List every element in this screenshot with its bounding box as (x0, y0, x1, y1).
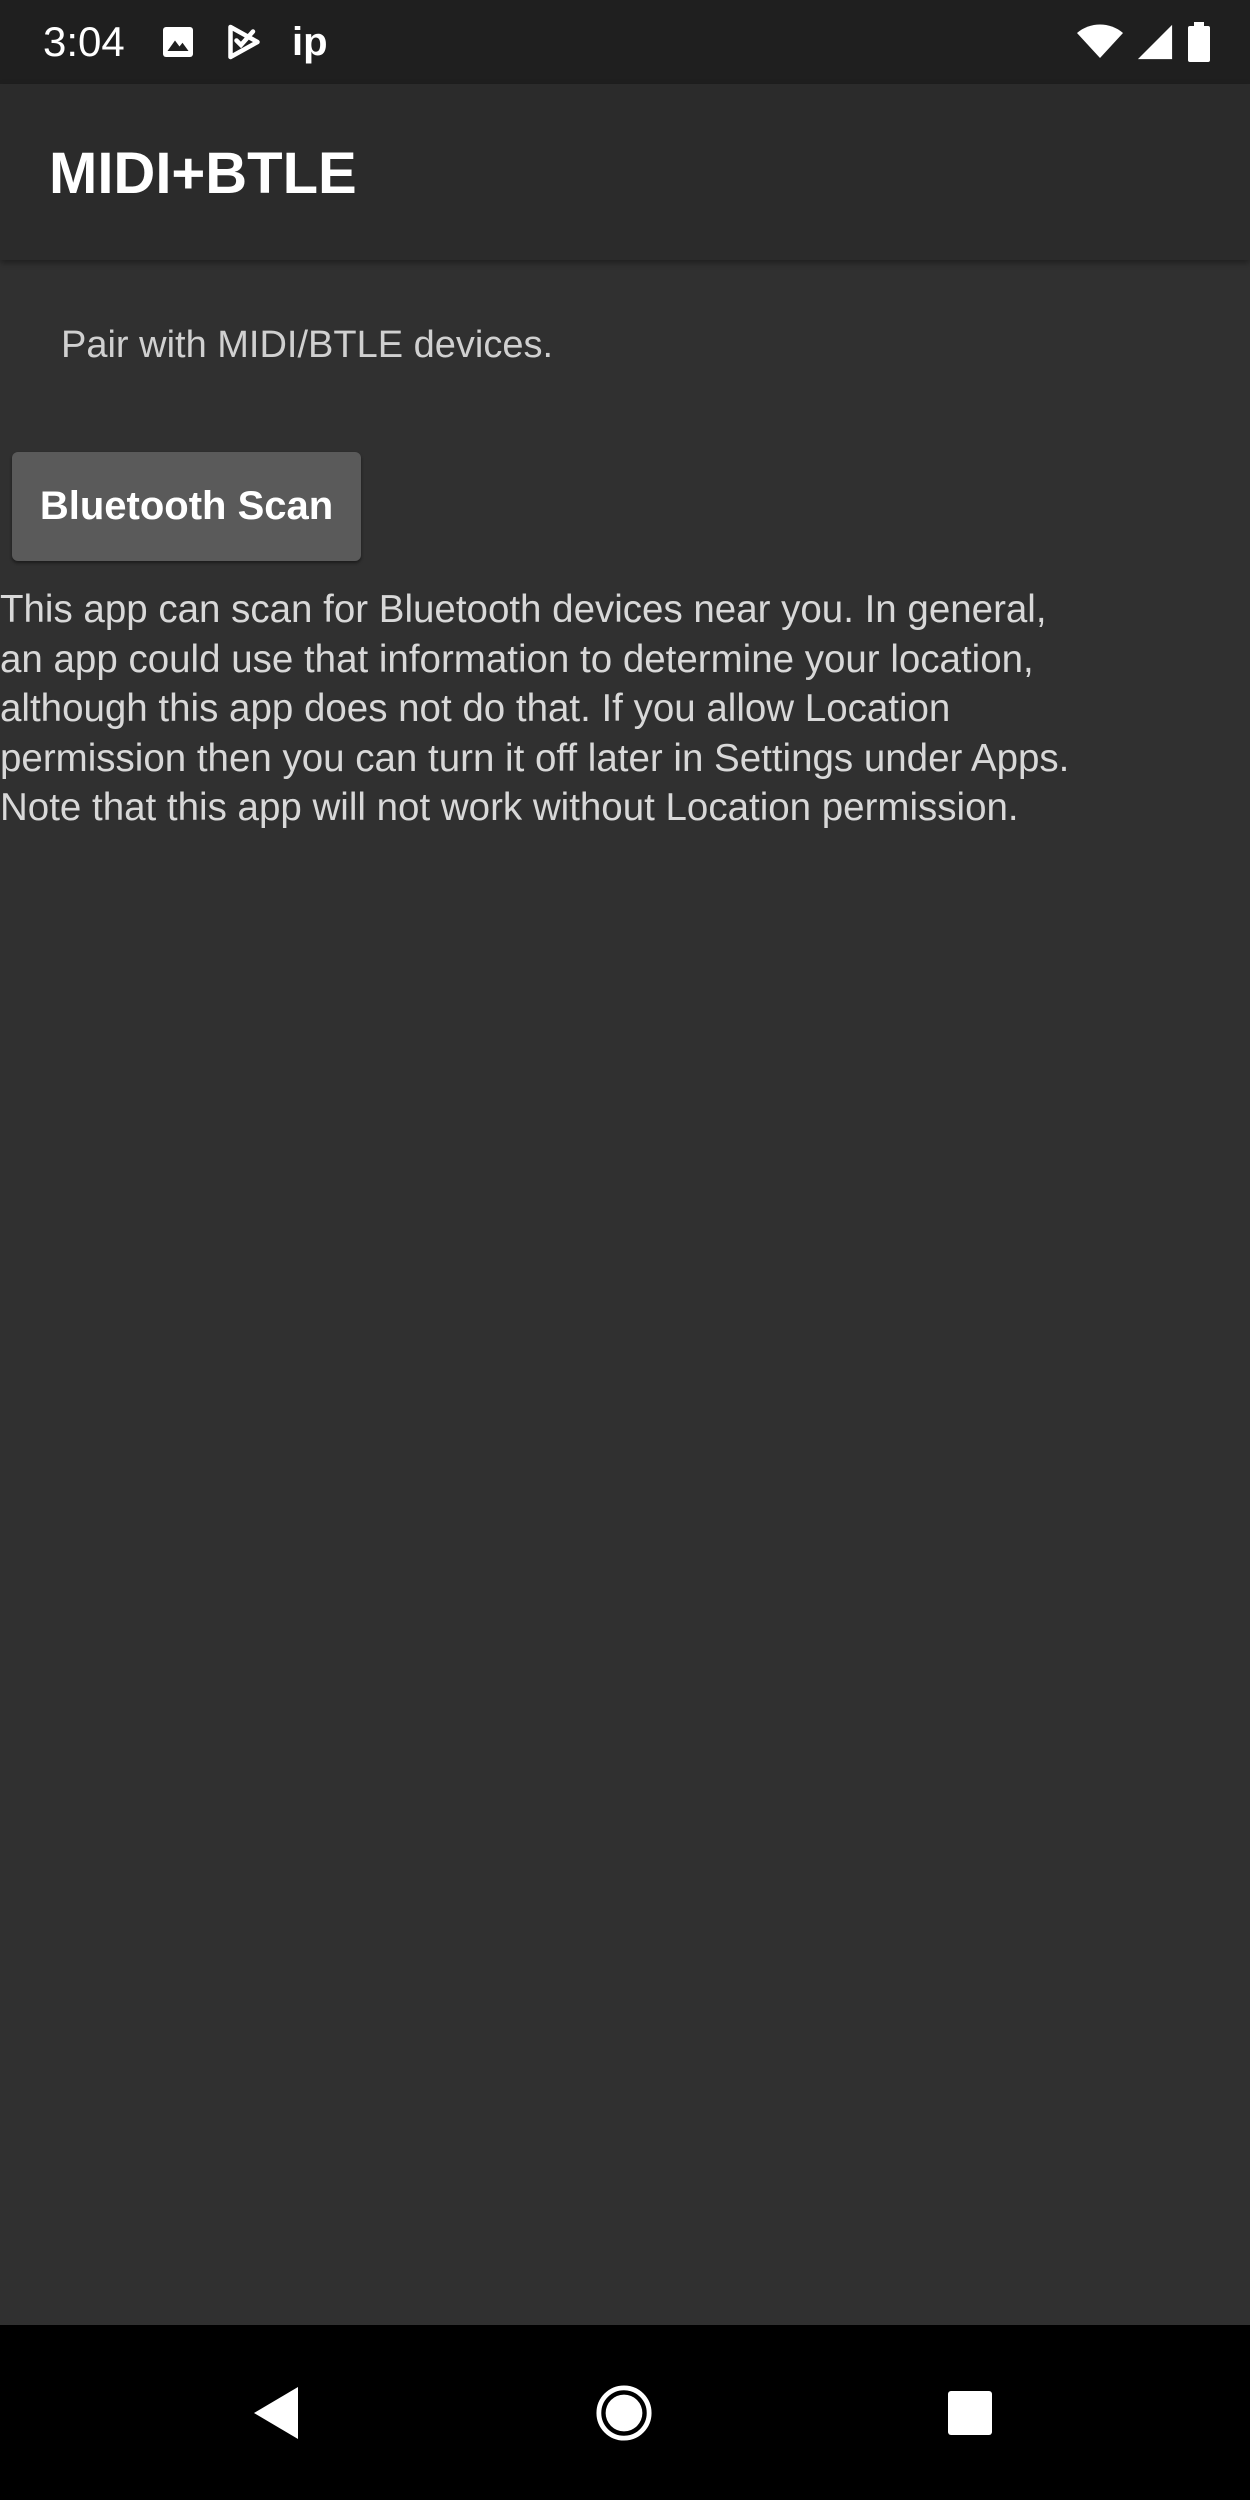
info-line: This app can scan for Bluetooth devices … (0, 588, 1047, 631)
home-icon (596, 2384, 652, 2441)
page-subtitle: Pair with MIDI/BTLE devices. (61, 324, 554, 366)
notification-icons: ip (160, 18, 328, 66)
info-line: permission then you can turn it off late… (0, 736, 1070, 780)
info-line: Note that this app will not work without… (0, 786, 1019, 829)
cell-signal-icon (1136, 23, 1174, 61)
info-line: although this app does not do that. If y… (0, 687, 951, 730)
navigation-bar (0, 2325, 1250, 2500)
play-check-icon (226, 24, 262, 60)
app-title: MIDI+BTLE (49, 141, 357, 206)
nav-home-button[interactable] (544, 2325, 704, 2500)
ip-notification-label: ip (292, 20, 328, 64)
nav-back-button[interactable] (196, 2325, 356, 2500)
nav-recents-button[interactable] (890, 2325, 1050, 2500)
bluetooth-scan-button[interactable]: Bluetooth Scan (12, 452, 361, 561)
app-bar: MIDI+BTLE (0, 84, 1250, 260)
wifi-icon (1076, 24, 1124, 60)
image-icon (160, 24, 196, 60)
back-icon (254, 2386, 298, 2439)
recents-icon (948, 2390, 992, 2435)
location-permission-info: This app can scan for Bluetooth devices … (0, 585, 1230, 833)
system-status-icons (1064, 20, 1212, 64)
info-line: an app could use that information to det… (0, 637, 1034, 681)
battery-icon (1186, 22, 1212, 62)
status-time: 3:04 (43, 18, 125, 65)
status-bar: 3:04 ip (0, 0, 1250, 84)
